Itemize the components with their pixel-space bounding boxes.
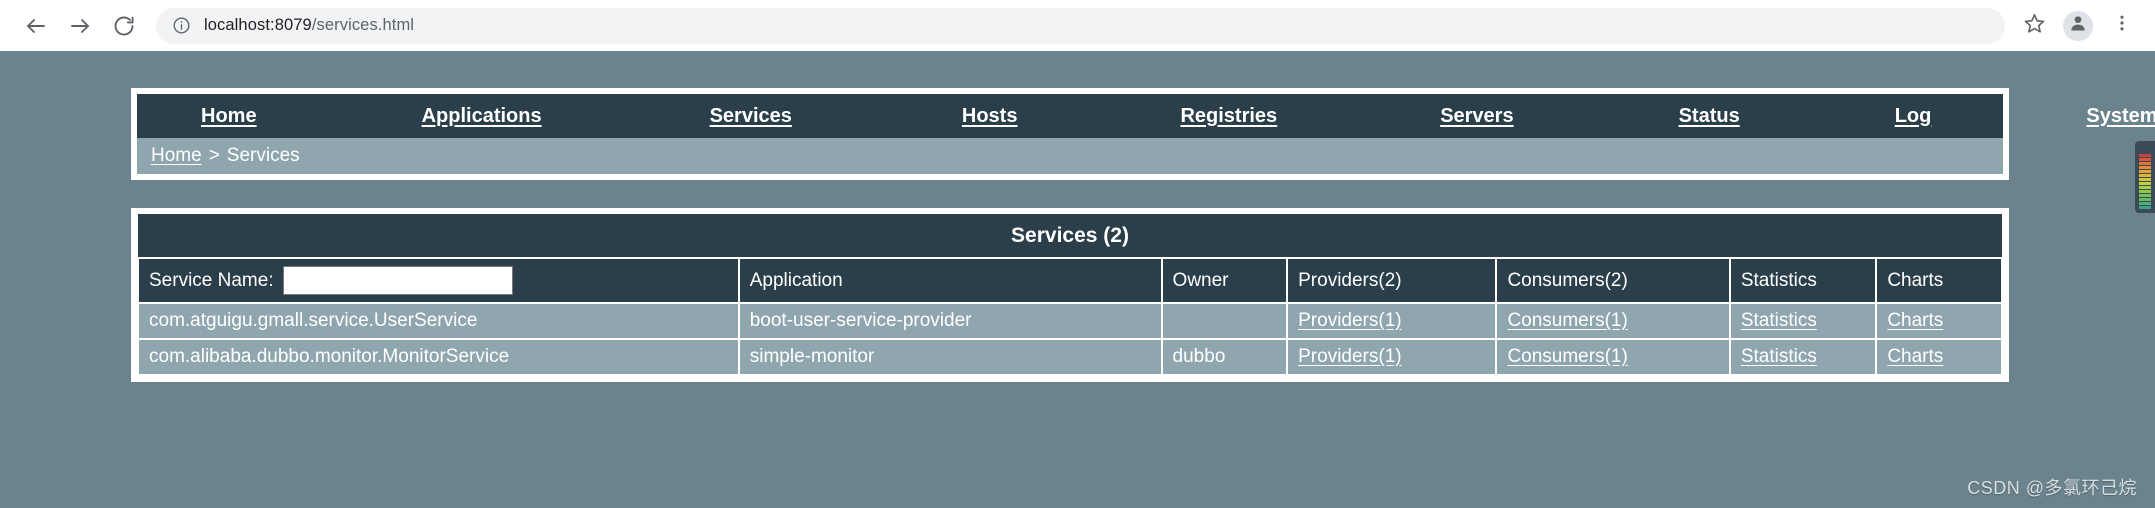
gadget-bar [2139, 162, 2151, 165]
charts-link[interactable]: Charts [1887, 346, 1943, 367]
gadget-bar [2139, 174, 2151, 177]
breadcrumb-home[interactable]: Home [151, 145, 202, 167]
main-navigation: Home Applications Services Hosts Registr… [137, 94, 2155, 138]
column-header-owner: Owner [1160, 257, 1289, 304]
forward-arrow-icon [68, 14, 92, 38]
url-path: /services.html [311, 16, 415, 34]
cell-statistics: Statistics [1728, 302, 1878, 340]
bookmark-star-icon [2023, 12, 2046, 40]
breadcrumb-separator: > [208, 145, 220, 166]
nav-item-applications[interactable]: Applications [422, 105, 542, 128]
back-button[interactable] [14, 4, 58, 48]
address-bar[interactable]: localhost:8079/services.html [156, 7, 2005, 44]
reload-icon [112, 14, 136, 38]
nav-item-hosts[interactable]: Hosts [962, 105, 1018, 128]
search-label: Service Name: [149, 269, 274, 291]
nav-item-services[interactable]: Services [710, 105, 792, 128]
address-bar-url: localhost:8079/services.html [204, 16, 414, 35]
gadget-bar [2139, 190, 2151, 193]
cell-service-name: com.alibaba.dubbo.monitor.MonitorService [137, 338, 740, 376]
gadget-bar [2139, 202, 2151, 205]
providers-link[interactable]: Providers(1) [1298, 310, 1401, 331]
nav-item-status[interactable]: Status [1679, 105, 1740, 128]
table-row: com.alibaba.dubbo.monitor.MonitorService… [137, 338, 2003, 376]
cell-providers: Providers(1) [1286, 338, 1498, 376]
watermark: CSDN @多氯环己烷 [1967, 478, 2137, 498]
cell-charts: Charts [1875, 302, 2003, 340]
consumers-link[interactable]: Consumers(1) [1507, 346, 1627, 367]
column-header-statistics: Statistics [1728, 257, 1878, 304]
nav-item-log[interactable]: Log [1895, 105, 1932, 128]
column-header-providers: Providers(2) [1286, 257, 1498, 304]
gadget-bar [2139, 178, 2151, 181]
site-info-icon[interactable] [172, 16, 191, 35]
charts-link[interactable]: Charts [1887, 310, 1943, 331]
cell-service-name: com.atguigu.gmall.service.UserService [137, 302, 740, 340]
gadget-bar [2139, 198, 2151, 201]
search-cell: Service Name: [137, 257, 740, 304]
gadget-bar [2139, 206, 2151, 209]
gadget-bar [2139, 166, 2151, 169]
cell-consumers: Consumers(1) [1495, 302, 1731, 340]
cell-application: boot-user-service-provider [737, 302, 1163, 340]
services-table: Services (2) Service Name: Application O… [137, 214, 2003, 376]
breadcrumb-current: Services [226, 145, 300, 166]
reload-button[interactable] [102, 4, 146, 48]
page-viewport: Home Applications Services Hosts Registr… [0, 51, 2155, 508]
forward-button[interactable] [58, 4, 102, 48]
gadget-bar [2139, 170, 2151, 173]
cell-consumers: Consumers(1) [1495, 338, 1731, 376]
search-input[interactable] [282, 266, 513, 295]
column-header-application: Application [737, 257, 1163, 304]
cell-application: simple-monitor [737, 338, 1163, 376]
column-header-charts: Charts [1875, 257, 2003, 304]
gadget-bar [2139, 194, 2151, 197]
gadget-bar [2139, 154, 2151, 157]
providers-link[interactable]: Providers(1) [1298, 346, 1401, 367]
system-monitor-gadget[interactable] [2135, 141, 2155, 213]
cell-owner [1160, 302, 1289, 340]
nav-item-registries[interactable]: Registries [1180, 105, 1277, 128]
nav-item-home[interactable]: Home [201, 105, 257, 128]
table-row: com.atguigu.gmall.service.UserService bo… [137, 302, 2003, 340]
gadget-bar [2139, 182, 2151, 185]
panel-title-row: Services (2) [138, 214, 2002, 258]
gadget-bar [2139, 186, 2151, 189]
browser-menu-button[interactable] [2103, 7, 2141, 45]
consumers-link[interactable]: Consumers(1) [1507, 310, 1627, 331]
page-title: Services (2) [138, 214, 2002, 258]
navigation-panel: Home Applications Services Hosts Registr… [131, 88, 2155, 180]
profile-button[interactable] [2063, 10, 2093, 41]
table-header-row: Service Name: Application Owner Provider… [137, 257, 2003, 304]
services-panel: Services (2) Service Name: Application O… [131, 208, 2009, 382]
url-host: localhost:8079 [204, 16, 312, 34]
nav-item-system[interactable]: System [2086, 105, 2155, 128]
cell-charts: Charts [1875, 338, 2003, 376]
back-arrow-icon [24, 14, 48, 38]
gadget-bar [2139, 158, 2151, 161]
statistics-link[interactable]: Statistics [1741, 310, 1817, 331]
profile-avatar-icon [2068, 13, 2088, 38]
nav-item-servers[interactable]: Servers [1440, 105, 1513, 128]
cell-owner: dubbo [1160, 338, 1289, 376]
browser-toolbar: localhost:8079/services.html [0, 0, 2155, 51]
cell-providers: Providers(1) [1286, 302, 1498, 340]
column-header-consumers: Consumers(2) [1495, 257, 1731, 304]
three-dot-menu-icon [2112, 13, 2132, 38]
statistics-link[interactable]: Statistics [1741, 346, 1817, 367]
bookmark-button[interactable] [2015, 7, 2053, 45]
cell-statistics: Statistics [1728, 338, 1878, 376]
breadcrumb: Home > Services [137, 138, 2003, 174]
